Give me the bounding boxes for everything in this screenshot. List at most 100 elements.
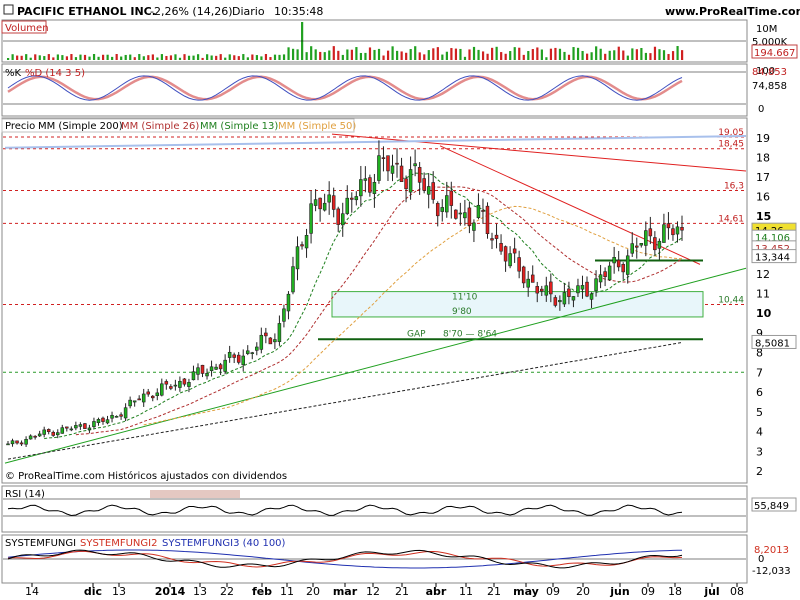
volume-tag-label: 194.667 (754, 48, 795, 59)
candle-body (386, 155, 390, 172)
volume-bar (224, 57, 227, 60)
volume-bar (20, 55, 23, 60)
x-axis: 14 dic 13 2014 13 22 feb 11 20 mar 12 21 abr 11 21 may 0… (25, 583, 744, 598)
volume-bar (500, 52, 503, 60)
support-zone (331, 291, 704, 318)
candle-body (55, 432, 60, 436)
volume-axis-label: 10M (756, 24, 777, 35)
legend-precio: Precio (5, 121, 35, 132)
volume-bar (536, 47, 539, 60)
volume-bar (38, 55, 41, 60)
candle-body (164, 381, 169, 385)
candle-body (141, 393, 146, 403)
candle-body (105, 419, 110, 424)
candle-body (205, 372, 209, 377)
volume-bar (540, 49, 543, 60)
legend-fungi3: SYSTEMFUNGI3 (40 100) (162, 538, 286, 549)
volume-bar (70, 54, 73, 60)
site-link[interactable]: www.ProRealTime.com (665, 5, 800, 18)
volume-bar (337, 50, 340, 60)
candle-body (616, 259, 621, 268)
menu-icon[interactable] (3, 4, 14, 15)
candle-body (65, 426, 69, 429)
chart-stage: PACIFIC ETHANOL INC. -2,26% (14,26) Diar… (0, 0, 800, 598)
volume-bar (142, 56, 145, 60)
candle-body (359, 179, 363, 197)
volume-bar (92, 54, 96, 60)
candle-body (69, 428, 74, 431)
volume-bar (101, 54, 105, 60)
volume-bar (409, 49, 412, 60)
stoch-axis-label: 0 (758, 104, 764, 115)
price-axis-label: 18 (756, 151, 770, 164)
volume-bar (255, 55, 258, 60)
candle-body (304, 235, 309, 249)
candle-body (354, 196, 359, 201)
candle-body (476, 204, 481, 218)
candle-body (625, 255, 630, 275)
candle-body (508, 253, 512, 267)
volume-bar (454, 48, 458, 60)
candle-body (454, 209, 458, 219)
candle-body (350, 197, 354, 200)
candle-body (621, 264, 625, 273)
candle-body (399, 165, 404, 182)
volume-bar (106, 54, 109, 60)
rsi-overbought-fill (150, 490, 240, 498)
volume-bar (79, 54, 82, 60)
stoch-d-tag: 84,853 (752, 67, 787, 78)
volume-bar (432, 48, 435, 60)
candle-body (42, 429, 46, 435)
volume-bar (16, 55, 19, 60)
candle-body (24, 439, 28, 445)
volume-bar (558, 48, 562, 60)
candle-body (209, 366, 214, 372)
volume-bar (649, 53, 652, 60)
volume-bar (427, 50, 430, 60)
candle-body (255, 346, 259, 351)
candle-body (6, 443, 10, 446)
candle-body (390, 165, 395, 174)
candle-body (463, 212, 467, 219)
volume-bar (355, 47, 358, 60)
systemfungi-legend: SYSTEMFUNGI SYSTEMFUNGI2 SYSTEMFUNGI3 (4… (5, 538, 286, 549)
candle-body (155, 392, 160, 396)
candle-body (60, 427, 65, 434)
volume-bar (509, 51, 512, 60)
candle-body (160, 383, 164, 396)
candle-body (630, 243, 635, 254)
legend-mm50: MM (Simple 50) (278, 121, 356, 132)
volume-bar (310, 46, 313, 60)
fungi-tag-2: 0 (758, 554, 764, 565)
volume-bar (350, 49, 353, 60)
price-axis-label: 3 (756, 445, 763, 458)
candle-body (37, 433, 42, 437)
candle-body (431, 182, 435, 200)
volume-bar (115, 54, 118, 60)
volume-bar (377, 48, 381, 60)
volume-bar (133, 57, 136, 60)
candle-body (128, 399, 132, 407)
volume-bar (97, 56, 100, 60)
volume-bar (287, 47, 290, 60)
candle-body (92, 421, 96, 428)
volume-bar (368, 47, 372, 60)
volume-bar (237, 56, 240, 60)
candle-body (404, 178, 408, 190)
candle-body (467, 207, 472, 226)
zone-bottom-label: 9'80 (452, 307, 472, 317)
candle-body (503, 246, 508, 262)
stoch-legend-d: %D (14 3 5) (25, 68, 85, 79)
candle-body (87, 427, 92, 430)
volume-bar (359, 52, 363, 60)
price-axis-label: 16 (756, 190, 770, 203)
volume-bar (581, 50, 584, 60)
volume-bar (43, 56, 46, 60)
candle-body (576, 285, 580, 294)
volume-bar (319, 51, 322, 60)
candle-body (182, 378, 187, 385)
volume-bar (671, 51, 675, 60)
volume-bar (65, 56, 69, 60)
candle-body (644, 230, 648, 246)
candle-body (657, 240, 662, 249)
